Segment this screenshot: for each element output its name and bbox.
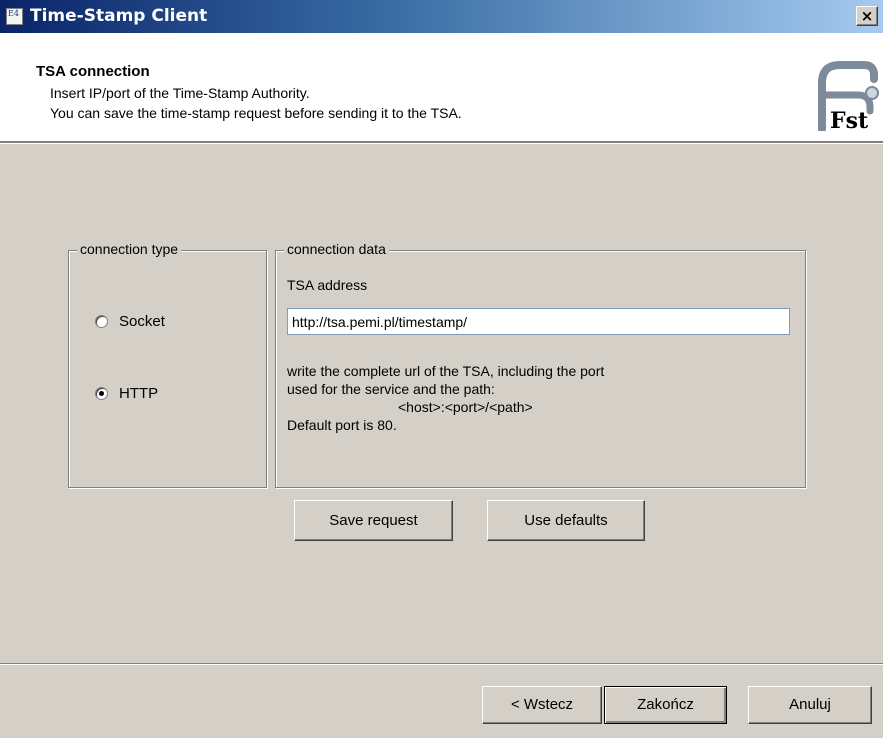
app-icon: E4 [6, 8, 23, 25]
connection-data-group: connection data TSA address write the co… [275, 241, 806, 488]
cancel-button[interactable]: Anuluj [748, 686, 872, 724]
help-text-line-4: Default port is 80. [287, 417, 397, 433]
finish-button[interactable]: Zakończ [604, 686, 727, 724]
tsa-address-label: TSA address [287, 277, 368, 293]
connection-type-group: connection type Socket HTTP [68, 241, 267, 488]
page-description-line-1: Insert IP/port of the Time-Stamp Authori… [50, 85, 310, 101]
socket-label: Socket [119, 313, 165, 330]
connection-data-legend: connection data [284, 241, 389, 257]
wizard-window: E4 Time-Stamp Client × TSA connection In… [0, 0, 883, 738]
back-button[interactable]: < Wstecz [482, 686, 602, 724]
help-text-line-3: <host>:<port>/<path> [398, 399, 533, 415]
close-button[interactable]: × [856, 6, 878, 26]
connection-type-legend: connection type [77, 241, 182, 257]
close-icon: × [860, 7, 874, 25]
back-label: < Wstecz [510, 696, 574, 713]
socket-radio[interactable] [95, 315, 108, 328]
tsa-address-input[interactable] [287, 308, 790, 335]
use-defaults-button[interactable]: Use defaults [487, 500, 645, 541]
http-radio[interactable] [95, 387, 108, 400]
page-title: TSA connection [36, 63, 150, 80]
cancel-label: Anuluj [789, 696, 831, 713]
app-icon-label: E4 [8, 9, 19, 18]
save-request-label: Save request [329, 512, 418, 529]
header-divider [0, 141, 883, 144]
footer-divider [0, 663, 883, 665]
finish-label: Zakończ [637, 696, 694, 713]
title-bar[interactable]: E4 Time-Stamp Client × [0, 0, 883, 33]
help-text-line-2: used for the service and the path: [287, 381, 495, 397]
fst-logo: Fst [818, 61, 879, 131]
window-title: Time-Stamp Client [30, 6, 208, 26]
logo-text: Fst [830, 108, 869, 131]
use-defaults-label: Use defaults [524, 512, 608, 529]
wizard-header: TSA connection Insert IP/port of the Tim… [0, 33, 883, 141]
http-radio-option[interactable]: HTTP [95, 385, 158, 402]
help-text-line-1: write the complete url of the TSA, inclu… [287, 363, 605, 379]
socket-radio-option[interactable]: Socket [95, 313, 165, 330]
page-description-line-2: You can save the time-stamp request befo… [50, 105, 462, 121]
http-label: HTTP [119, 385, 159, 402]
save-request-button[interactable]: Save request [294, 500, 453, 541]
